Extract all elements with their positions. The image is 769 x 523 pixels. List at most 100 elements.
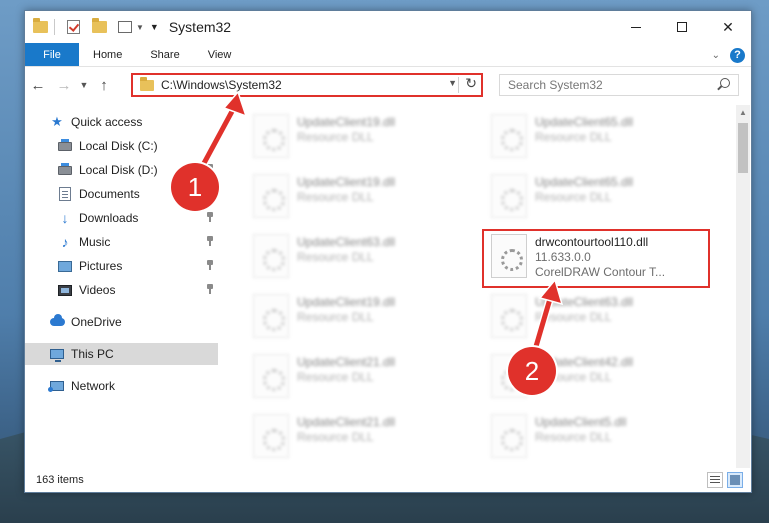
file-name: UpdateClient63.dll: [297, 235, 396, 249]
file-item[interactable]: UpdateClient65.dll Resource DLL: [483, 171, 715, 227]
pin-icon[interactable]: [206, 284, 214, 294]
customize-toolbar-icon[interactable]: ▼: [150, 22, 159, 32]
up-button[interactable]: ↑: [91, 72, 117, 98]
sidebar-item-label: Music: [79, 235, 111, 249]
properties-icon[interactable]: [114, 16, 136, 38]
step-2-badge: 2: [508, 347, 556, 395]
drive-icon: [57, 162, 73, 178]
file-name: UpdateClient21.dll: [297, 415, 396, 429]
tab-file[interactable]: File: [25, 43, 79, 66]
properties-dropdown-icon[interactable]: ▼: [136, 23, 144, 32]
details-view-button[interactable]: [707, 472, 723, 488]
file-type: Resource DLL: [535, 130, 612, 144]
search-input[interactable]: Search System32: [499, 74, 739, 96]
sidebar-item-label: Network: [71, 379, 116, 393]
tab-view[interactable]: View: [194, 43, 246, 66]
back-button[interactable]: ←: [25, 72, 51, 98]
file-item[interactable]: UpdateClient63.dll Resource DLL: [245, 231, 477, 287]
file-type: Resource DLL: [297, 370, 374, 384]
scrollbar-thumb[interactable]: [738, 123, 748, 173]
sidebar-item-videos[interactable]: Videos: [25, 279, 218, 301]
tiles-view-button[interactable]: [727, 472, 743, 488]
scroll-up-icon[interactable]: ▲: [736, 105, 750, 119]
file-item[interactable]: UpdateClient19.dll Resource DLL: [245, 171, 477, 227]
item-count: 163 items: [36, 474, 84, 486]
tab-home[interactable]: Home: [79, 43, 136, 66]
file-description: CorelDRAW Contour T...: [535, 265, 666, 279]
back-arrow-icon: ←: [30, 76, 46, 94]
file-name: UpdateClient19.dll: [297, 175, 396, 189]
file-item[interactable]: UpdateClient19.dll Resource DLL: [245, 291, 477, 347]
file-name: UpdateClient21.dll: [297, 355, 396, 369]
file-type: Resource DLL: [297, 310, 374, 324]
refresh-icon[interactable]: ↻: [465, 75, 477, 92]
file-explorer-window: ▼ ▼ System32 ✕ File Home Share View ⌄ ? …: [24, 10, 752, 493]
star-icon: ★: [51, 114, 63, 129]
properties-check-icon[interactable]: [62, 16, 84, 38]
pin-icon[interactable]: [206, 212, 214, 222]
sidebar-item-network[interactable]: Network: [25, 375, 218, 397]
dll-file-icon: [491, 294, 527, 338]
recent-locations-button[interactable]: ▼: [77, 72, 91, 98]
file-list: UpdateClient19.dll Resource DLL UpdateCli…: [235, 105, 735, 475]
file-type: Resource DLL: [535, 190, 612, 204]
minimize-button[interactable]: [613, 11, 659, 43]
address-bar[interactable]: C:\Windows\System32 ▼ ↻: [131, 73, 483, 97]
sidebar-item-label: This PC: [71, 347, 114, 361]
dll-file-icon: [253, 174, 289, 218]
address-folder-icon: [140, 76, 154, 91]
file-name: UpdateClient5.dll: [535, 415, 627, 429]
file-item[interactable]: UpdateClient19.dll Resource DLL: [245, 111, 477, 167]
featured-file-item[interactable]: drwcontourtool110.dll 11.633.0.0 CorelDR…: [483, 231, 715, 287]
maximize-button[interactable]: [659, 11, 705, 43]
file-type: Resource DLL: [535, 430, 612, 444]
drive-icon: [57, 138, 73, 154]
sidebar-item-onedrive[interactable]: OneDrive: [25, 311, 218, 333]
pictures-icon: [57, 258, 73, 274]
vertical-scrollbar[interactable]: ▲ ▼: [736, 105, 750, 477]
tab-share[interactable]: Share: [136, 43, 193, 66]
music-icon: ♪: [61, 234, 69, 250]
up-arrow-icon: ↑: [100, 76, 108, 94]
ribbon-tabs: File Home Share View ⌄ ?: [25, 43, 751, 67]
pin-icon[interactable]: [206, 236, 214, 246]
file-item[interactable]: UpdateClient65.dll Resource DLL: [483, 111, 715, 167]
dll-file-icon: [491, 414, 527, 458]
forward-button[interactable]: →: [51, 72, 77, 98]
file-name: UpdateClient65.dll: [535, 175, 634, 189]
dll-file-icon: [491, 174, 527, 218]
minimize-icon: [631, 26, 641, 28]
navigation-bar: ← → ▼ ↑ C:\Windows\System32 ▼ ↻ Search S…: [25, 71, 751, 99]
sidebar-item-local-disk-c[interactable]: Local Disk (C:): [25, 135, 218, 157]
sidebar-item-label: OneDrive: [71, 315, 122, 329]
step-1-badge: 1: [171, 163, 219, 211]
file-item[interactable]: UpdateClient5.dll Resource DLL: [483, 411, 715, 467]
sidebar-item-music[interactable]: ♪ Music: [25, 231, 218, 253]
pin-icon[interactable]: [206, 260, 214, 270]
dll-file-icon: [253, 294, 289, 338]
close-button[interactable]: ✕: [705, 11, 751, 43]
expand-ribbon-chevron-icon[interactable]: ⌄: [712, 50, 720, 61]
forward-arrow-icon: →: [56, 76, 72, 94]
sidebar-item-quick-access[interactable]: ★ Quick access: [25, 111, 218, 133]
new-folder-icon[interactable]: [88, 16, 110, 38]
title-bar: ▼ ▼ System32 ✕: [25, 11, 751, 43]
search-icon: [720, 78, 730, 88]
file-item[interactable]: UpdateClient21.dll Resource DLL: [245, 351, 477, 407]
file-item[interactable]: UpdateClient63.dll Resource DLL: [483, 291, 715, 347]
search-placeholder: Search System32: [508, 78, 603, 92]
file-name: UpdateClient19.dll: [297, 295, 396, 309]
network-icon: [48, 378, 65, 394]
sidebar-item-pictures[interactable]: Pictures: [25, 255, 218, 277]
sidebar-item-label: Documents: [79, 187, 140, 201]
file-item[interactable]: UpdateClient21.dll Resource DLL: [245, 411, 477, 467]
sidebar-item-this-pc[interactable]: This PC: [25, 343, 218, 365]
address-dropdown-icon[interactable]: ▼: [448, 78, 457, 88]
file-type: Resource DLL: [535, 310, 612, 324]
help-icon[interactable]: ?: [730, 47, 745, 63]
file-name: drwcontourtool110.dll: [535, 235, 649, 249]
address-path[interactable]: C:\Windows\System32: [161, 78, 282, 92]
dll-file-icon: [253, 414, 289, 458]
ribbon-right: ⌄ ?: [712, 43, 745, 67]
file-version: 11.633.0.0: [535, 250, 591, 264]
